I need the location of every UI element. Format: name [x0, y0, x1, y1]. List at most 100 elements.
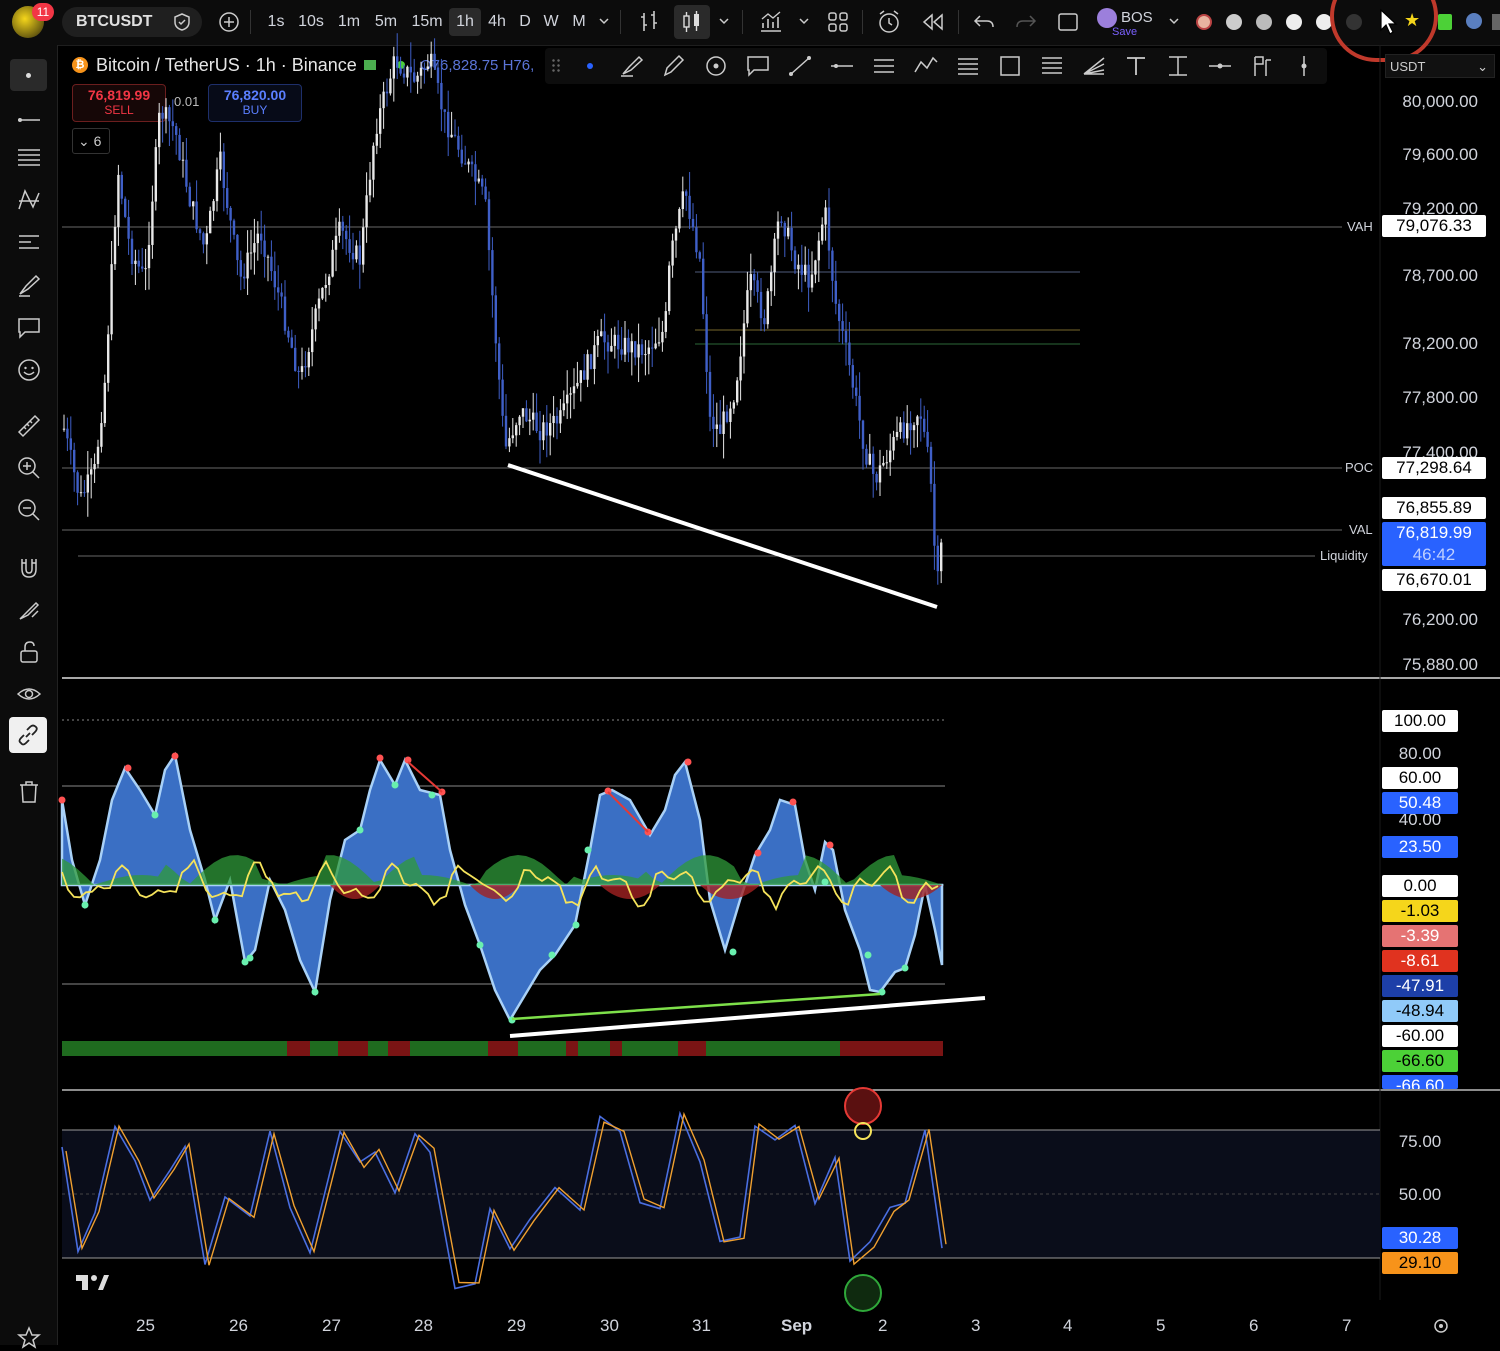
parallel-channel-icon[interactable]	[871, 54, 897, 78]
redo-icon[interactable]	[1014, 11, 1038, 33]
flag-tool-icon[interactable]	[1249, 54, 1275, 78]
cursor-tool-button[interactable]	[10, 59, 47, 91]
ruler-icon[interactable]	[16, 413, 42, 439]
fib-icon[interactable]	[16, 145, 42, 171]
osc-tick: -48.94	[1382, 1000, 1458, 1022]
osc-tick: 0.00	[1382, 875, 1458, 897]
magnet-icon[interactable]	[16, 555, 42, 581]
emoji-icon[interactable]	[16, 357, 42, 383]
fullscreen-icon[interactable]	[1056, 10, 1080, 34]
currency-select[interactable]: USDT ⌄	[1385, 54, 1495, 78]
indicators-icon[interactable]	[758, 9, 784, 35]
candles-button[interactable]	[674, 5, 710, 39]
color-dot-icon[interactable]	[587, 63, 593, 69]
star-icon[interactable]: ★	[1404, 10, 1420, 31]
add-symbol-icon[interactable]	[218, 11, 240, 33]
brush-icon[interactable]	[16, 272, 42, 298]
price-chart[interactable]	[0, 0, 1500, 1345]
lock-drawing-icon[interactable]	[16, 597, 42, 623]
sell-button[interactable]: 76,819.99 SELL	[72, 84, 166, 122]
price-tick: 76,200.00	[1402, 610, 1478, 629]
plugin-icon[interactable]	[1286, 14, 1302, 30]
plugin-icon[interactable]	[1256, 14, 1272, 30]
time-tick: 3	[971, 1316, 981, 1335]
ohlc-values: O76,828.75 H76,	[420, 57, 535, 74]
alert-clock-icon[interactable]	[876, 9, 902, 35]
horizontal-ray-icon[interactable]	[1207, 54, 1233, 78]
vertical-line-icon[interactable]	[1291, 54, 1317, 78]
line-tool-icon[interactable]	[787, 54, 813, 78]
search-plugin-icon[interactable]	[1466, 13, 1482, 29]
stoch-tick: 75.00	[1398, 1132, 1442, 1151]
stoch-tick: 30.28	[1382, 1227, 1458, 1249]
interval-1m-button[interactable]: 1m	[333, 8, 365, 36]
price-range-icon[interactable]	[1165, 54, 1191, 78]
osc-tick: -47.91	[1382, 975, 1458, 997]
indicator-name[interactable]: BOS	[1121, 9, 1153, 26]
market-status-icon	[364, 60, 376, 70]
comment-icon[interactable]	[16, 315, 42, 341]
star-icon[interactable]	[16, 1325, 42, 1351]
osc-tick: -66.60	[1382, 1075, 1458, 1089]
fib-fan-icon[interactable]	[1081, 54, 1107, 78]
trash-icon[interactable]	[16, 779, 42, 805]
rectangle-tool-icon[interactable]	[997, 54, 1023, 78]
indicator-save-label[interactable]: Save	[1112, 26, 1137, 38]
zoom-out-icon[interactable]	[16, 497, 42, 523]
plugin-icon[interactable]	[1196, 14, 1212, 30]
interval-1h-button[interactable]: 1h	[449, 8, 481, 36]
callout-tool-icon[interactable]	[745, 54, 771, 78]
lines-tool-icon[interactable]	[1039, 54, 1065, 78]
forecast-icon[interactable]	[16, 230, 42, 256]
settings-gear-icon[interactable]	[1431, 1316, 1451, 1336]
text-tool-icon[interactable]	[1123, 54, 1149, 78]
replay-icon[interactable]	[920, 11, 946, 33]
fib-retrace-icon[interactable]	[955, 54, 981, 78]
stoch-tick: 29.10	[1382, 1252, 1458, 1274]
interval-10s-button[interactable]: 10s	[295, 8, 327, 36]
time-tick: 7	[1342, 1316, 1352, 1335]
chevron-down-icon[interactable]	[1168, 16, 1180, 26]
drag-handle-icon[interactable]	[551, 58, 561, 74]
trendline-icon[interactable]	[16, 107, 42, 133]
buy-button[interactable]: 76,820.00 BUY	[208, 84, 302, 122]
chart-plugin-icon[interactable]	[1438, 14, 1452, 30]
plugin-icon[interactable]	[1492, 14, 1500, 30]
indicator-collapse-button[interactable]: ⌄ 6	[72, 128, 110, 154]
chevron-down-icon[interactable]	[798, 16, 810, 26]
link-tool-button[interactable]	[9, 717, 47, 753]
chevron-down-icon[interactable]	[598, 16, 610, 26]
interval-m-button[interactable]: M	[563, 8, 595, 36]
zoom-in-icon[interactable]	[16, 455, 42, 481]
undo-icon[interactable]	[972, 11, 996, 33]
target-tool-icon[interactable]	[703, 54, 729, 78]
brush-tool-icon[interactable]	[619, 54, 645, 78]
current-price: 76,819.99	[1396, 523, 1472, 542]
drawn-trendline-oscillator[interactable]	[509, 996, 986, 1038]
pen-tool-icon[interactable]	[661, 54, 687, 78]
bar-chart-icon[interactable]	[638, 9, 662, 35]
vah-label: VAH	[1347, 219, 1373, 234]
eye-icon[interactable]	[16, 681, 42, 707]
time-tick: 6	[1249, 1316, 1259, 1335]
price-tick: 77,800.00	[1402, 388, 1478, 407]
drawn-trendline[interactable]	[507, 463, 938, 609]
osc-tick: -8.61	[1382, 950, 1458, 972]
pattern-icon[interactable]	[16, 187, 42, 213]
chevron-down-icon[interactable]	[718, 16, 730, 26]
symbol-legend-title[interactable]: Bitcoin / TetherUS · 1h · Binance	[96, 55, 357, 76]
unlock-icon[interactable]	[16, 639, 42, 665]
layout-grid-icon[interactable]	[826, 10, 850, 34]
indicator-count: 6	[93, 133, 102, 149]
divergence-line[interactable]	[511, 992, 881, 1021]
plugin-icon[interactable]	[1226, 14, 1242, 30]
hline-tool-icon[interactable]	[829, 54, 855, 78]
poc-label: POC	[1345, 460, 1374, 475]
interval-5m-button[interactable]: 5m	[370, 8, 402, 36]
vah-price-label: 79,076.33	[1382, 215, 1486, 237]
polyline-tool-icon[interactable]	[913, 54, 939, 78]
interval-1s-button[interactable]: 1s	[260, 8, 292, 36]
interval-15m-button[interactable]: 15m	[411, 8, 443, 36]
buy-label: BUY	[242, 103, 268, 117]
symbol-search-button[interactable]: BTCUSDT	[62, 7, 202, 37]
